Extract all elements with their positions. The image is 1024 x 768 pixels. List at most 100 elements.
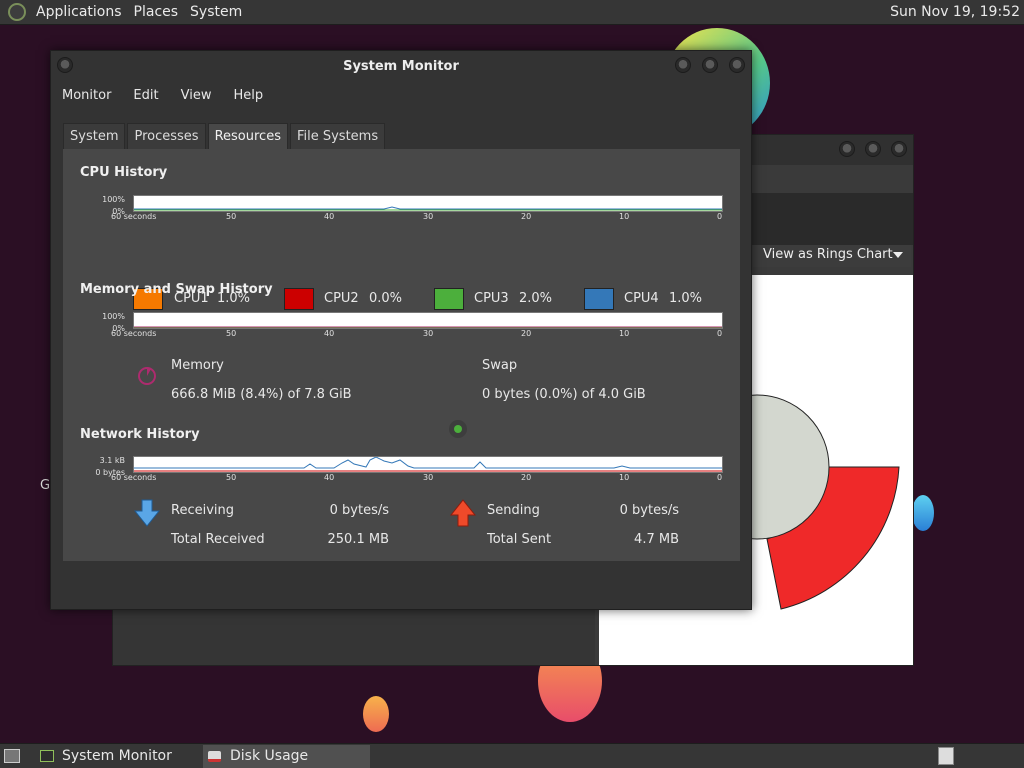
memory-pie-icon[interactable] — [137, 366, 157, 386]
desktop-icon-label[interactable]: G — [40, 478, 50, 493]
net-y-max: 3.1 kB — [99, 456, 125, 465]
mem-y-max: 100% — [102, 312, 125, 321]
system-monitor-icon — [40, 750, 54, 762]
x-tick-label: 50 — [226, 473, 237, 482]
menu-help[interactable]: Help — [222, 87, 274, 111]
menubar: Monitor Edit View Help — [51, 87, 274, 111]
x-tick-label: 0 — [717, 329, 723, 338]
taskbar-item-label: System Monitor — [62, 748, 172, 764]
view-mode-select[interactable]: View as Rings Chart — [753, 245, 911, 267]
cpu2-color-swatch[interactable] — [284, 288, 314, 310]
x-tick-label: 30 — [423, 329, 434, 338]
taskbar-disk-usage-analyzer[interactable]: Disk Usage Analyzer — [203, 745, 370, 768]
receiving-arrow-icon[interactable] — [134, 499, 160, 527]
tab-bar: System Processes Resources File Systems — [63, 123, 387, 150]
taskbar: System Monitor Disk Usage Analyzer — [0, 743, 1024, 768]
menu-view[interactable]: View — [170, 87, 223, 111]
close-button[interactable] — [729, 57, 745, 73]
cpu-graph-svg — [134, 206, 722, 211]
sending-label: Sending — [487, 503, 540, 518]
system-monitor-window[interactable]: System Monitor Monitor Edit View Help Sy… — [50, 50, 752, 610]
bg-lower-panel — [113, 609, 595, 665]
wallpaper-bubble — [912, 495, 934, 531]
menu-monitor[interactable]: Monitor — [51, 87, 122, 111]
disk-usage-icon — [208, 751, 221, 762]
chevron-down-icon — [893, 252, 903, 258]
x-tick-label: 60 seconds — [111, 329, 157, 338]
cpu-graph — [133, 195, 723, 212]
cpu3-value: 2.0% — [519, 291, 553, 306]
cpu3-label: CPU3 — [474, 291, 509, 306]
maximize-button[interactable] — [865, 141, 881, 157]
cpu3-color-swatch[interactable] — [434, 288, 464, 310]
receiving-value: 0 bytes/s — [329, 503, 389, 518]
cpu4-value: 1.0% — [669, 291, 703, 306]
x-tick-label: 40 — [324, 212, 335, 221]
tab-processes[interactable]: Processes — [127, 123, 206, 150]
top-panel: Applications Places System Sun Nov 19, 1… — [0, 0, 1024, 25]
x-tick-label: 10 — [619, 329, 630, 338]
memory-graph-svg — [134, 326, 722, 329]
x-tick-label: 60 seconds — [111, 473, 157, 482]
x-tick-label: 20 — [521, 473, 532, 482]
maximize-button[interactable] — [702, 57, 718, 73]
memory-history-title: Memory and Swap History — [80, 282, 273, 297]
window-title: System Monitor — [343, 59, 459, 74]
cpu-x-ticks: 60 seconds 50 40 30 20 10 0 — [63, 212, 740, 222]
workspace-switcher-icon[interactable] — [938, 747, 954, 765]
total-received-value: 250.1 MB — [327, 532, 389, 547]
cpu-line — [134, 206, 722, 210]
mem-x-ticks: 60 seconds 50 40 30 20 10 0 — [63, 329, 740, 339]
cpu4-label: CPU4 — [624, 291, 659, 306]
x-tick-label: 30 — [423, 212, 434, 221]
x-tick-label: 0 — [717, 473, 723, 482]
x-tick-label: 10 — [619, 473, 630, 482]
swap-label: Swap — [482, 358, 518, 373]
shade-button[interactable] — [675, 57, 691, 73]
tab-system[interactable]: System — [63, 123, 126, 150]
tab-file-systems[interactable]: File Systems — [289, 123, 386, 150]
memory-label: Memory — [171, 358, 224, 373]
memory-value: 666.8 MiB (8.4%) of 7.8 GiB — [171, 387, 352, 402]
system-menu[interactable]: System — [186, 4, 250, 20]
sending-value: 0 bytes/s — [619, 503, 679, 518]
network-graph — [133, 456, 723, 473]
total-sent-value: 4.7 MB — [634, 532, 679, 547]
network-graph-svg — [134, 456, 722, 472]
x-tick-label: 0 — [717, 212, 723, 221]
x-tick-label: 40 — [324, 473, 335, 482]
show-desktop-icon[interactable] — [4, 749, 20, 763]
tab-resources[interactable]: Resources — [207, 123, 288, 150]
resources-panel: CPU History 100% 0% 60 seconds 50 40 30 20 10… — [63, 149, 740, 561]
close-button[interactable] — [891, 141, 907, 157]
places-menu[interactable]: Places — [130, 4, 187, 20]
swap-value: 0 bytes (0.0%) of 4.0 GiB — [482, 387, 646, 402]
cpu2-value: 0.0% — [369, 291, 403, 306]
menu-edit[interactable]: Edit — [122, 87, 169, 111]
taskbar-item-label: Disk Usage Analyzer — [230, 748, 309, 764]
network-history-title: Network History — [80, 427, 200, 442]
x-tick-label: 60 seconds — [111, 212, 157, 221]
x-tick-label: 20 — [521, 329, 532, 338]
cpu2-label: CPU2 — [324, 291, 359, 306]
minimize-button[interactable] — [839, 141, 855, 157]
memory-graph — [133, 312, 723, 329]
distro-logo-icon[interactable] — [8, 3, 26, 21]
cpu-y-max: 100% — [102, 195, 125, 204]
taskbar-system-monitor[interactable]: System Monitor — [36, 745, 200, 768]
swap-pie-icon[interactable] — [448, 419, 468, 439]
x-tick-label: 30 — [423, 473, 434, 482]
wallpaper-bubble — [363, 696, 389, 732]
applications-menu[interactable]: Applications — [32, 4, 130, 20]
sending-arrow-icon[interactable] — [450, 499, 476, 527]
x-tick-label: 50 — [226, 212, 237, 221]
x-tick-label: 20 — [521, 212, 532, 221]
receiving-line — [134, 456, 722, 469]
clock[interactable]: Sun Nov 19, 19:52 — [890, 4, 1020, 20]
view-mode-label: View as Rings Chart — [763, 247, 893, 262]
cpu4-color-swatch[interactable] — [584, 288, 614, 310]
x-tick-label: 40 — [324, 329, 335, 338]
total-received-label: Total Received — [171, 532, 265, 547]
total-sent-label: Total Sent — [487, 532, 552, 547]
net-x-ticks: 60 seconds 50 40 30 20 10 0 — [63, 473, 740, 483]
